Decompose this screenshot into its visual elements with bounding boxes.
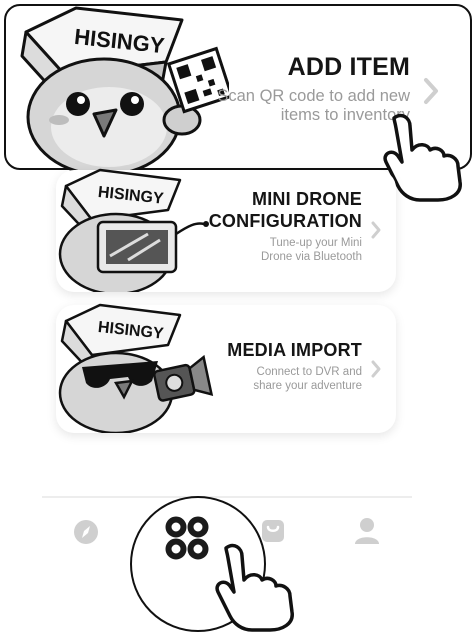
- chevron-right-icon: [371, 221, 381, 239]
- chevron-right-icon: [424, 78, 438, 104]
- mini-drone-configuration-card[interactable]: HISINGY MINI DRONE CONFIGURATION Tune-up…: [56, 168, 396, 292]
- card-description-line1: Tune-up your Mini: [269, 237, 362, 249]
- media-import-card[interactable]: HISINGY MEDIA IMPORT Connect to DVR and …: [56, 303, 396, 433]
- profile-icon[interactable]: [354, 516, 380, 546]
- compass-icon[interactable]: [72, 518, 100, 546]
- card-title: MEDIA IMPORT: [227, 340, 362, 360]
- chevron-right-icon: [371, 360, 381, 378]
- card-description-line1: Connect to DVR and: [256, 366, 362, 378]
- card-description-line2: Drone via Bluetooth: [260, 251, 362, 263]
- card-description-line2: share your adventure: [253, 380, 362, 392]
- card-title-line2: CONFIGURATION: [208, 211, 362, 231]
- card-title-line1: MINI DRONE: [252, 189, 362, 209]
- card-description: Scan QR code to add new items to invento…: [217, 87, 410, 124]
- apps-icon[interactable]: [165, 516, 209, 560]
- card-title: ADD ITEM: [287, 53, 410, 81]
- tap-hand-icon: [215, 543, 294, 632]
